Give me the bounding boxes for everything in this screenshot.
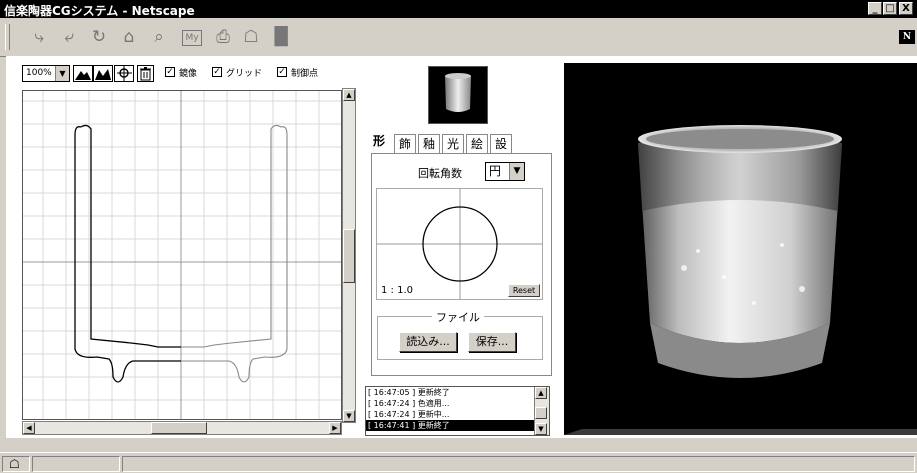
scroll-down-button[interactable]: ▼ <box>343 410 355 422</box>
file-group-label: ファイル <box>432 309 484 325</box>
my-netscape-icon[interactable]: My <box>182 30 202 46</box>
log-scrollbar[interactable]: ▲ ▼ <box>534 387 549 435</box>
profile-canvas[interactable] <box>22 90 342 420</box>
scroll-up-button[interactable]: ▲ <box>535 387 547 399</box>
file-group: ファイル 読込み... 保存... <box>377 309 543 360</box>
chevron-down-icon[interactable]: ▼ <box>55 66 69 81</box>
tab-painting[interactable]: 絵 <box>466 134 488 154</box>
title-bar: 信楽陶器CGシステム - Netscape _ □ X <box>0 0 917 18</box>
tab-bar: 形 飾 釉 光 絵 設 <box>368 132 553 154</box>
scroll-up-button[interactable]: ▲ <box>343 89 355 101</box>
mountain-icon[interactable] <box>73 65 93 82</box>
tab-light[interactable]: 光 <box>442 134 464 154</box>
load-button[interactable]: 読込み... <box>399 332 457 352</box>
reload-icon[interactable]: ↻ <box>88 26 110 48</box>
chevron-down-icon[interactable]: ▼ <box>509 163 524 180</box>
scroll-right-button[interactable]: ▶ <box>329 422 341 434</box>
tab-glaze[interactable]: 釉 <box>418 134 440 154</box>
rotation-select[interactable]: 円 ▼ <box>485 162 525 181</box>
print-icon[interactable]: ⎙ <box>212 26 234 48</box>
rotation-label: 回転角数 <box>418 167 462 180</box>
log-line-selected[interactable]: [ 16:47:41 ] 更新終了 <box>366 420 534 431</box>
save-button[interactable]: 保存... <box>468 332 516 352</box>
profile-horizontal-scrollbar[interactable]: ◀ ▶ <box>22 421 342 435</box>
mirror-label: 鏡像 <box>179 69 198 79</box>
ratio-readout: 1 : 1.0 <box>381 285 413 296</box>
log-scroll-thumb[interactable] <box>535 407 547 419</box>
close-button[interactable]: X <box>899 2 913 15</box>
scroll-left-button[interactable]: ◀ <box>23 422 35 434</box>
window-title: 信楽陶器CGシステム - Netscape <box>4 4 195 18</box>
trash-icon[interactable] <box>137 65 154 82</box>
minimize-button[interactable]: _ <box>868 2 882 15</box>
profile-vertical-scrollbar[interactable]: ▲ ▼ <box>342 88 356 423</box>
rotation-value: 円 <box>489 164 502 178</box>
pottery-thumbnail[interactable] <box>428 66 488 124</box>
log-line[interactable]: [ 16:47:24 ] 更新中... <box>366 409 534 420</box>
netscape-logo[interactable]: N <box>899 30 915 44</box>
log-line[interactable]: [ 16:47:24 ] 色適用... <box>366 398 534 409</box>
tab-shape[interactable]: 形 <box>368 132 390 154</box>
log-line[interactable]: [ 16:47:05 ] 更新終了 <box>366 387 534 398</box>
scroll-down-button[interactable]: ▼ <box>535 423 547 435</box>
security-icon[interactable]: ☖ <box>240 26 262 48</box>
cross-section-canvas[interactable]: 1 : 1.0 Reset <box>376 188 543 300</box>
zoom-select[interactable]: 100% ▼ <box>22 65 70 82</box>
tab-decoration[interactable]: 飾 <box>394 134 416 154</box>
back-icon[interactable]: ⤷ <box>28 26 50 48</box>
mountain-filled-icon[interactable] <box>93 65 113 82</box>
security-status[interactable]: ☖ <box>2 456 30 472</box>
status-pane-progress <box>32 456 120 472</box>
vertical-scroll-thumb[interactable] <box>343 229 355 283</box>
forward-icon[interactable]: ⤶ <box>58 26 80 48</box>
tab-settings[interactable]: 設 <box>490 134 512 154</box>
zoom-value: 100% <box>26 68 52 78</box>
stop-icon[interactable]: █ <box>270 26 292 48</box>
horizontal-scroll-thumb[interactable] <box>151 422 207 434</box>
zoom-icon[interactable] <box>114 65 134 82</box>
reset-button[interactable]: Reset <box>508 284 540 297</box>
lock-icon: ☖ <box>9 457 20 471</box>
home-icon[interactable]: ⌂ <box>118 26 140 48</box>
editor-toolbar: 100% ▼ ✓ 鏡像 ✓ グリッド ✓ 制御点 <box>22 65 352 87</box>
shape-tab-panel: 回転角数 円 ▼ 1 : 1.0 Reset ファイル 読込み... 保存... <box>371 153 552 376</box>
grid-checkbox[interactable]: ✓ <box>212 67 222 77</box>
status-pane-message <box>122 456 915 472</box>
status-bar: ☖ <box>0 452 917 473</box>
pottery-render-view[interactable] <box>564 63 917 435</box>
control-points-checkbox[interactable]: ✓ <box>277 67 287 77</box>
maximize-button[interactable]: □ <box>883 2 897 15</box>
mirror-checkbox[interactable]: ✓ <box>165 67 175 77</box>
grid-label: グリッド <box>226 69 263 79</box>
browser-toolbar: ⤷ ⤶ ↻ ⌂ ⌕ My ⎙ ☖ █ N <box>0 18 917 57</box>
search-icon[interactable]: ⌕ <box>148 26 170 48</box>
control-points-label: 制御点 <box>291 69 319 79</box>
log-list[interactable]: [ 16:47:05 ] 更新終了 [ 16:47:24 ] 色適用... [ … <box>365 386 550 436</box>
toolbar-grip[interactable] <box>5 24 10 50</box>
